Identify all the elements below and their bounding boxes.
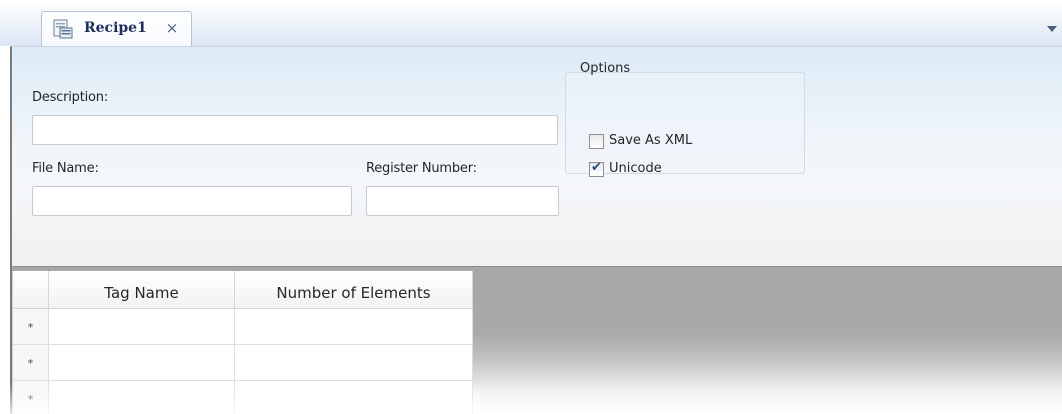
recipe-properties-panel [10,46,1062,266]
number-of-elements-cell[interactable] [235,309,473,345]
unicode-checkbox[interactable]: ✔ [589,160,604,177]
number-of-elements-cell[interactable] [235,381,473,414]
checkmark-icon: ✔ [591,160,602,175]
tag-grid: Tag Name Number of Elements * * * [12,271,473,414]
tab-label: Recipe1 [84,20,147,36]
column-header-number-of-elements[interactable]: Number of Elements [235,271,473,309]
grid-corner-header[interactable] [13,271,49,309]
save-as-xml-option[interactable]: Save As XML [589,133,739,151]
tag-name-cell[interactable] [49,345,235,381]
save-as-xml-checkbox[interactable] [589,134,604,149]
column-header-tag-name[interactable]: Tag Name [49,271,235,309]
tag-name-cell[interactable] [49,381,235,414]
register-number-field[interactable] [366,186,559,216]
tag-name-cell[interactable] [49,309,235,345]
chevron-down-icon[interactable] [1047,26,1057,32]
new-row-marker[interactable]: * [13,345,49,381]
document-tab-strip: Recipe1 × [0,0,1062,47]
unicode-option[interactable]: ✔ Unicode [589,160,709,179]
file-name-field[interactable] [32,186,352,216]
file-name-label: File Name: [32,161,99,176]
new-row-marker[interactable]: * [13,381,49,414]
description-field[interactable] [32,115,558,145]
description-label: Description: [32,90,109,105]
number-of-elements-cell[interactable] [235,345,473,381]
new-row-marker[interactable]: * [13,309,49,345]
table-row: * [13,309,473,345]
close-icon[interactable]: × [164,18,180,38]
register-number-label: Register Number: [366,161,477,176]
unicode-label: Unicode [609,161,662,176]
tab-recipe1[interactable]: Recipe1 × [41,11,192,47]
save-as-xml-label: Save As XML [609,133,693,148]
table-row: * [13,345,473,381]
recipe-document-icon [53,19,73,39]
options-group-title: Options [580,61,631,76]
table-row: * [13,381,473,414]
options-group [565,72,805,174]
